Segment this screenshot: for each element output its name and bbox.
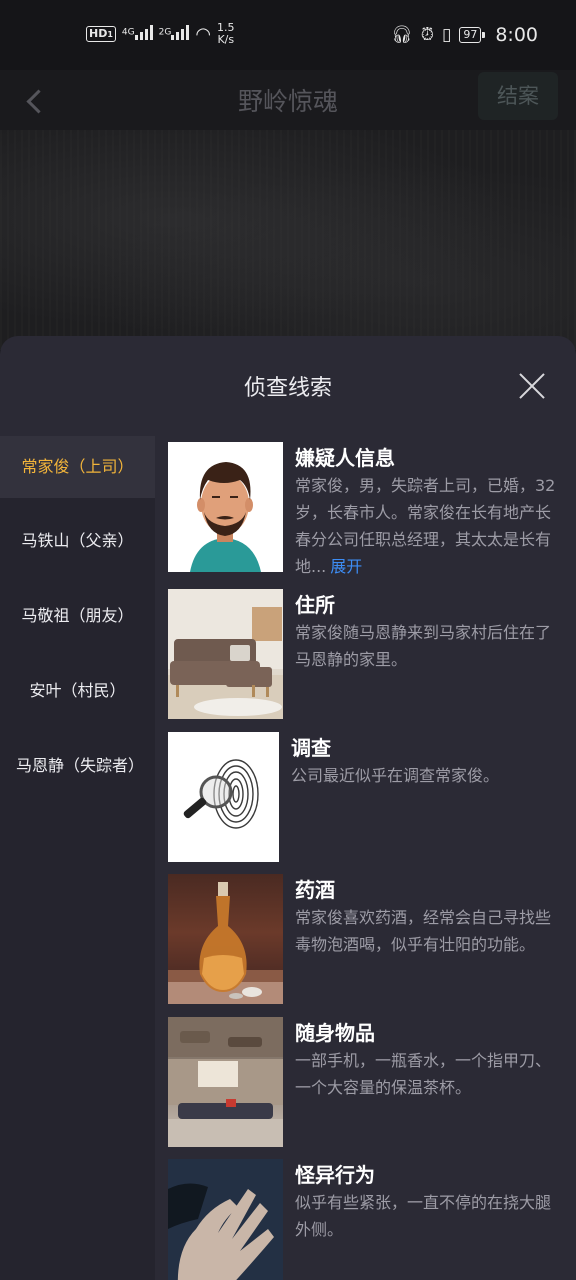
clue-title: 怪异行为: [295, 1163, 375, 1187]
vibrate-icon: ▯: [441, 25, 452, 45]
suspect-item[interactable]: 马敬祖（朋友）: [0, 586, 155, 661]
hand-photo-icon: [168, 1159, 283, 1280]
cover-image: [0, 130, 576, 350]
suspect-item[interactable]: 安叶（村民）: [0, 661, 155, 736]
headphones-icon: 🎧︎: [391, 25, 413, 45]
sheet-title: 侦查线索: [243, 376, 332, 401]
clue-description: 常家俊随马恩静来到马家村后住在了马恩静的家里。: [295, 623, 552, 669]
belongings-photo-icon: [168, 1017, 283, 1147]
clock: 8:00: [495, 24, 538, 46]
status-bar-left: HD1 4G 2G ◠ 1.5 K/s: [86, 22, 235, 46]
alarm-icon: ⏰︎: [420, 25, 434, 45]
suspect-item[interactable]: 马铁山（父亲）: [0, 511, 155, 586]
suspect-item-active[interactable]: 常家俊（上司）: [0, 436, 155, 498]
clues-sheet: 侦查线索 常家俊（上司） 马铁山（父亲） 马敬祖（朋友） 安叶（村民） 马恩静（…: [0, 336, 576, 1280]
clue-title: 药酒: [295, 878, 335, 902]
close-icon[interactable]: [516, 370, 548, 402]
clue-description: 公司最近似乎在调查常家俊。: [291, 766, 500, 785]
hd-icon: HD1: [86, 26, 116, 42]
suspect-list: 常家俊（上司） 马铁山（父亲） 马敬祖（朋友） 安叶（村民） 马恩静（失踪者）: [0, 436, 155, 1280]
clue-description: 常家俊喜欢药酒，经常会自己寻找些毒物泡酒喝，似乎有壮阳的功能。: [295, 908, 552, 954]
clue-description: 一部手机，一瓶香水，一个指甲刀、一个大容量的保温茶杯。: [295, 1051, 552, 1097]
battery-icon: 97: [459, 27, 486, 43]
close-case-button[interactable]: 结案: [478, 72, 558, 120]
signal-icon-2: 2G: [159, 24, 190, 44]
wifi-icon: ◠: [195, 23, 212, 45]
clue-description: 似乎有些紧张，一直不停的在挠大腿外侧。: [295, 1193, 552, 1239]
clue-title: 嫌疑人信息: [295, 446, 395, 470]
expand-link[interactable]: 展开: [330, 557, 362, 576]
magnifier-fingerprint-icon: [168, 732, 279, 862]
clue-title: 住所: [295, 593, 335, 617]
clue-title: 调查: [291, 736, 331, 760]
avatar-illustration-icon: [168, 442, 283, 572]
status-bar-right: 🎧︎ ⏰︎ ▯ 97 8:00: [391, 24, 538, 46]
sofa-photo-icon: [168, 589, 283, 719]
wine-bottle-photo-icon: [168, 874, 283, 1004]
clue-title: 随身物品: [295, 1021, 375, 1045]
network-speed: 1.5 K/s: [217, 21, 235, 46]
status-bar: HD1 4G 2G ◠ 1.5 K/s 🎧︎ ⏰︎ ▯ 97 8:00: [0, 0, 576, 70]
clue-description: 常家俊，男，失踪者上司，已婚，32岁，长春市人。常家俊在长有地产长春分公司任职总…: [295, 476, 556, 576]
signal-icon: 4G: [122, 24, 153, 44]
nav-bar: 野岭惊魂 结案: [0, 70, 576, 130]
suspect-item[interactable]: 马恩静（失踪者）: [0, 736, 155, 886]
